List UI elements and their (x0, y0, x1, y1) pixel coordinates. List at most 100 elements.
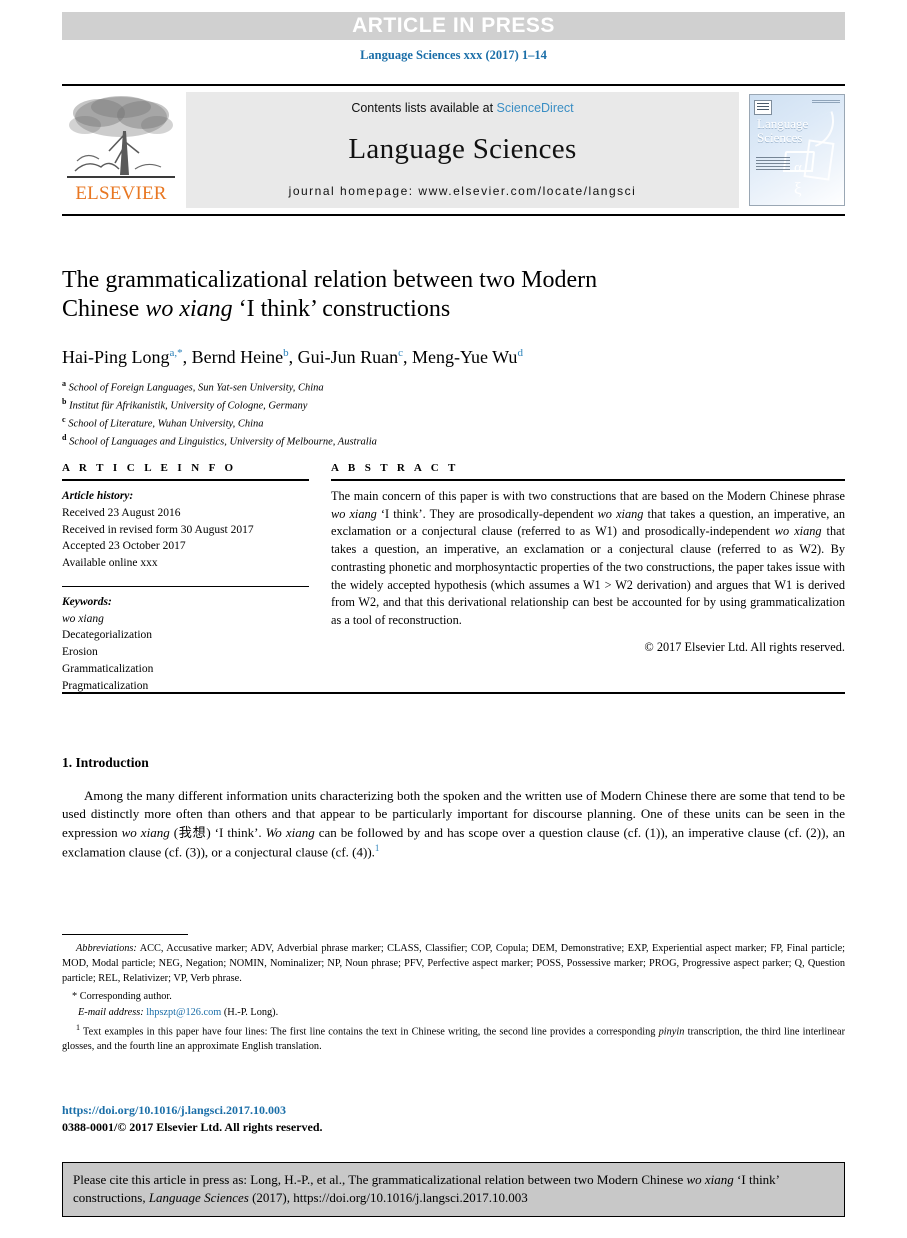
keyword-item: Erosion (62, 646, 98, 659)
sciencedirect-link[interactable]: ScienceDirect (497, 101, 574, 115)
introduction-heading: 1. Introduction (62, 755, 149, 770)
abstract-italic-term: wo xiang (331, 506, 377, 521)
author-affil-mark: a,* (169, 346, 183, 359)
affiliation-mark: c (62, 414, 66, 424)
abstract-bottom-rule (62, 692, 845, 694)
keyword-item: Grammaticalization (62, 663, 154, 676)
footnote-1-seg: Text examples in this paper have four li… (80, 1026, 659, 1038)
keywords-label: Keywords: (62, 595, 112, 608)
abstract-seg: ‘I think’. They are prosodically-depende… (376, 506, 598, 521)
journal-masthead: ELSEVIER Contents lists available at Sci… (62, 84, 845, 216)
affiliation-text: School of Languages and Linguistics, Uni… (69, 436, 377, 448)
introduction-paragraph: Among the many different information uni… (62, 787, 845, 862)
author-name: Meng-Yue Wu (412, 346, 518, 367)
email-label: E-mail address: (78, 1006, 144, 1018)
cite-italic-journal: Language Sciences (148, 1189, 249, 1205)
affiliation-text: School of Literature, Wuhan University, … (68, 418, 264, 430)
author-list: Hai-Ping Longa,*, Bernd Heineb, Gui-Jun … (62, 346, 523, 367)
footnote-corresponding-author: * Corresponding author. (72, 990, 172, 1002)
footnote-email: E-mail address: lhpszpt@126.com (H.-P. L… (62, 1006, 845, 1021)
email-link[interactable]: lhpszpt@126.com (146, 1007, 221, 1018)
contents-box: Contents lists available at ScienceDirec… (186, 92, 739, 208)
affiliation-mark: b (62, 396, 67, 406)
footnote-abbreviations: Abbreviations: ACC, Accusative marker; A… (62, 942, 845, 987)
footnote-separator-rule (62, 934, 188, 935)
elsevier-wordmark: ELSEVIER (75, 183, 167, 204)
affiliation-item: c School of Literature, Wuhan University… (62, 414, 845, 432)
cite-italic-term: wo xiang (686, 1172, 734, 1187)
journal-cover-image: Language Sciences α ξ (749, 94, 845, 206)
contents-lists-line: Contents lists available at ScienceDirec… (351, 101, 573, 115)
introduction-section: 1. Introduction Among the many different… (62, 755, 845, 862)
article-info-column: A R T I C L E I N F O Article history: R… (62, 462, 309, 695)
abstract-text: The main concern of this paper is with t… (331, 481, 845, 630)
affiliation-item: d School of Languages and Linguistics, U… (62, 432, 845, 450)
footnote-note-1: 1 Text examples in this paper have four … (62, 1022, 845, 1055)
cover-alpha-glyph: α (794, 160, 802, 176)
author-affil-mark: c (398, 346, 403, 359)
title-italic-term: wo xiang (145, 296, 233, 323)
footnote-1-italic: pinyin (658, 1026, 685, 1038)
affiliation-item: a School of Foreign Languages, Sun Yat-s… (62, 378, 845, 396)
page-title: The grammaticalizational relation betwee… (62, 266, 702, 325)
keyword-item: wo xiang (62, 611, 309, 628)
affiliation-list: a School of Foreign Languages, Sun Yat-s… (62, 378, 845, 450)
article-history-block: Article history: Received 23 August 2016… (62, 481, 309, 572)
author-name: Hai-Ping Long (62, 346, 170, 367)
doi-link[interactable]: https://doi.org/10.1016/j.langsci.2017.1… (62, 1103, 845, 1118)
article-history-label: Article history: (62, 490, 134, 502)
intro-seg: (我想) ‘I think’. (169, 824, 266, 840)
intro-italic-term: Wo xiang (265, 824, 315, 840)
abbreviations-label: Abbreviations: (76, 943, 137, 954)
elsevier-tree-icon (67, 96, 175, 178)
article-in-press-label: ARTICLE IN PRESS (352, 14, 555, 37)
publisher-mark-icon (754, 100, 772, 115)
issn-copyright-line: 0388-0001/© 2017 Elsevier Ltd. All right… (62, 1120, 323, 1134)
author-name: Bernd Heine (191, 346, 284, 367)
intro-footnote-marker[interactable]: 1 (375, 843, 380, 853)
journal-homepage-line[interactable]: journal homepage: www.elsevier.com/locat… (289, 184, 637, 198)
article-history-item: Accepted 23 October 2017 (62, 540, 186, 553)
email-suffix: (H.-P. Long). (221, 1006, 279, 1018)
contents-prefix-text: Contents lists available at (351, 101, 497, 115)
cover-xi-glyph: ξ (794, 179, 802, 198)
intro-italic-term: wo xiang (121, 824, 170, 840)
abstract-column: A B S T R A C T The main concern of this… (331, 462, 845, 695)
affiliation-item: b Institut für Afrikanistik, University … (62, 396, 845, 414)
journal-cover-thumbnail: Language Sciences α ξ (749, 92, 845, 208)
affiliation-text: School of Foreign Languages, Sun Yat-sen… (68, 382, 324, 394)
footnotes-section: Abbreviations: ACC, Accusative marker; A… (62, 934, 845, 1056)
article-history-item: Received 23 August 2016 (62, 506, 181, 519)
title-block: The grammaticalizational relation betwee… (62, 266, 845, 450)
affiliation-mark: d (62, 432, 67, 442)
abstract-italic-term: wo xiang (597, 506, 644, 521)
article-info-heading: A R T I C L E I N F O (62, 462, 237, 474)
article-history-item: Received in revised form 30 August 2017 (62, 523, 254, 536)
cite-this-article-box: Please cite this article in press as: Lo… (62, 1162, 845, 1217)
affiliation-text: Institut für Afrikanistik, University of… (69, 400, 308, 412)
keyword-item: Decategorialization (62, 629, 153, 642)
abbreviations-text: ACC, Accusative marker; ADV, Adverbial p… (62, 943, 845, 984)
article-in-press-banner: ARTICLE IN PRESS (62, 12, 845, 40)
abstract-seg: The main concern of this paper is with t… (331, 489, 845, 503)
cover-editor-text-icon (756, 157, 790, 171)
author-affil-mark: d (517, 346, 523, 359)
author-name: Gui-Jun Ruan (297, 346, 399, 367)
title-line-2-prefix: Chinese (62, 296, 146, 323)
article-info-abstract-row: A R T I C L E I N F O Article history: R… (62, 462, 845, 695)
cover-title-line2: Sciences (757, 129, 803, 145)
cover-title-line1: Language (757, 116, 809, 131)
title-line-2-suffix: ‘I think’ constructions (232, 296, 451, 323)
abstract-copyright: © 2017 Elsevier Ltd. All rights reserved… (644, 639, 845, 654)
cite-seg: (2017), https://doi.org/10.1016/j.langsc… (248, 1189, 528, 1205)
article-page: ARTICLE IN PRESS Language Sciences xxx (… (0, 0, 907, 1238)
doi-block: https://doi.org/10.1016/j.langsci.2017.1… (62, 1103, 845, 1135)
affiliation-mark: a (62, 378, 66, 388)
elsevier-logo: ELSEVIER (62, 86, 180, 214)
author-affil-mark: b (283, 346, 289, 359)
journal-reference-line: Language Sciences xxx (2017) 1–14 (360, 48, 547, 62)
cite-seg: Please cite this article in press as: Lo… (73, 1172, 687, 1187)
cover-title: Language Sciences (757, 117, 808, 144)
article-history-item: Available online xxx (62, 557, 158, 570)
keywords-block: Keywords: wo xiang Decategorialization E… (62, 585, 309, 695)
